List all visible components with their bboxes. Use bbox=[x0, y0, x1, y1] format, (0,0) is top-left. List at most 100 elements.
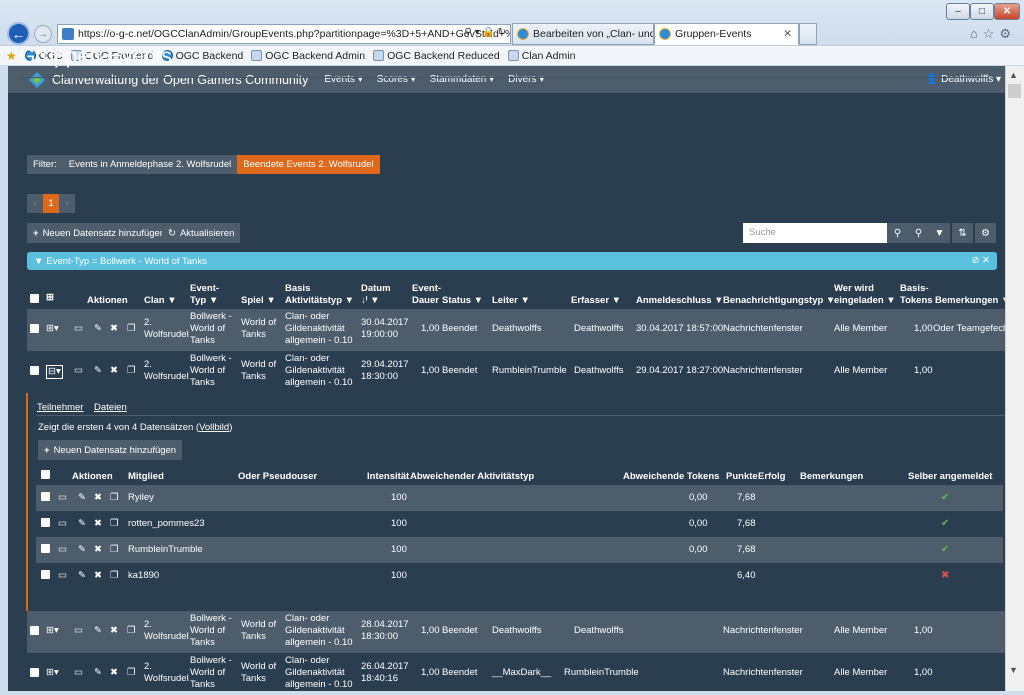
detail-view-icon[interactable]: ▭ bbox=[74, 625, 83, 637]
col-remarks[interactable]: Bemerkungen ▼ bbox=[935, 295, 1010, 307]
detail-add-button[interactable]: + Neuen Datensatz hinzufügen bbox=[38, 440, 183, 460]
favorite-ogc-backend-admin[interactable]: OGC Backend Admin bbox=[251, 50, 365, 62]
refresh-button[interactable]: ↻ Aktualisieren bbox=[162, 223, 241, 243]
col-creator[interactable]: Erfasser ▼ bbox=[571, 295, 621, 307]
delete-icon[interactable]: ✖ bbox=[110, 667, 118, 679]
address-bar[interactable]: https://o-g-c.net/OGCClanAdmin/GroupEven… bbox=[57, 24, 511, 44]
pagination-next[interactable]: › bbox=[59, 194, 75, 213]
col-duration[interactable]: Event- Dauer bbox=[412, 283, 441, 307]
delete-icon[interactable]: ✖ bbox=[110, 365, 118, 377]
edit-pencil-icon[interactable]: ✎ bbox=[78, 544, 86, 556]
settings-gear-icon[interactable]: ⚙ bbox=[975, 223, 996, 243]
favorite-ogc-backend-reduced[interactable]: OGC Backend Reduced bbox=[373, 50, 500, 62]
page-scrollbar[interactable] bbox=[1005, 66, 1024, 691]
detail-select-all-checkbox[interactable] bbox=[41, 470, 50, 479]
expand-icon[interactable]: ⊞▾ bbox=[46, 625, 59, 637]
advanced-search-icon[interactable]: ⚲ bbox=[908, 223, 929, 243]
tab-teilnehmer[interactable]: Teilnehmer bbox=[37, 402, 83, 413]
brand[interactable]: Clanverwaltung der Open Gamers Community bbox=[28, 71, 308, 89]
dcol-intensity[interactable]: Intensität bbox=[367, 471, 409, 483]
dcol-member[interactable]: Mitglied bbox=[128, 471, 164, 483]
edit-pencil-icon[interactable]: ✎ bbox=[78, 570, 86, 582]
table-row[interactable]: ⊞▾ ▭ ✎ ✖ ❐ 2. Wolfsrudel Bollwerk - World of Tank… bbox=[27, 653, 1005, 695]
scroll-down-icon[interactable]: ▼ bbox=[1009, 665, 1018, 675]
col-invite[interactable]: Wer wird eingeladen ▼ bbox=[834, 283, 896, 307]
tab-bearbeiten[interactable]: Bearbeiten von „Clan- und Eve... bbox=[512, 23, 654, 45]
new-tab-button[interactable] bbox=[799, 23, 817, 45]
dcol-points[interactable]: Punkte bbox=[726, 471, 758, 483]
col-notify[interactable]: Benachrichtigungstyp ▼ bbox=[723, 295, 835, 307]
maximize-button[interactable]: □ bbox=[970, 3, 994, 20]
vollbild-link[interactable]: Vollbild bbox=[199, 422, 229, 433]
row-checkbox[interactable] bbox=[41, 544, 50, 553]
participant-row[interactable]: ▭ ✎ ✖ ❐ RumbleinTrumble 100 0,00 7,68 ✔ bbox=[36, 537, 1003, 563]
back-button[interactable]: ← bbox=[7, 22, 30, 45]
row-checkbox[interactable] bbox=[41, 570, 50, 579]
detail-view-icon[interactable]: ▭ bbox=[58, 544, 67, 556]
col-tokens[interactable]: Basis- Tokens bbox=[900, 283, 933, 307]
col-leader[interactable]: Leiter ▼ bbox=[492, 295, 530, 307]
dcol-self[interactable]: Selber angemeldet bbox=[908, 471, 992, 483]
detail-view-icon[interactable]: ▭ bbox=[74, 365, 83, 377]
edit-pencil-icon[interactable]: ✎ bbox=[94, 365, 102, 377]
copy-icon[interactable]: ❐ bbox=[127, 667, 136, 679]
collapse-icon[interactable]: ⊟▾ bbox=[46, 365, 63, 379]
dcol-success[interactable]: Erfolg bbox=[758, 471, 785, 483]
expand-icon[interactable]: ⊞▾ bbox=[46, 667, 59, 679]
pagination-page-1[interactable]: 1 bbox=[43, 194, 59, 213]
table-row[interactable]: ⊞▾ ▭ ✎ ✖ ❐ 2. Wolfsrudel Bollwerk - World of Tank… bbox=[27, 309, 1005, 351]
detail-view-icon[interactable]: ▭ bbox=[58, 492, 67, 504]
favorites-star-icon[interactable]: ★ bbox=[6, 49, 17, 63]
dcol-tokens[interactable]: Abweichende Tokens bbox=[623, 471, 719, 483]
copy-icon[interactable]: ❐ bbox=[110, 570, 119, 582]
detail-view-icon[interactable]: ▭ bbox=[74, 323, 83, 335]
nav-events[interactable]: Events ▾ bbox=[324, 74, 362, 85]
search-input[interactable]: Suche bbox=[743, 223, 887, 243]
nav-divers[interactable]: Divers ▾ bbox=[508, 74, 544, 85]
col-status[interactable]: Status ▼ bbox=[442, 295, 483, 307]
expand-icon[interactable]: ⊞▾ bbox=[46, 323, 59, 335]
pagination-prev[interactable]: ‹ bbox=[27, 194, 43, 213]
table-row[interactable]: ⊟▾ ▭ ✎ ✖ ❐ 2. Wolfsrudel Bollwerk - World of Tank… bbox=[27, 351, 1005, 393]
col-date[interactable]: Datum ↓ᴵ ▼ bbox=[361, 283, 391, 307]
dcol-pseudo[interactable]: Oder Pseudouser bbox=[238, 471, 317, 483]
row-checkbox[interactable] bbox=[30, 324, 39, 333]
edit-pencil-icon[interactable]: ✎ bbox=[78, 492, 86, 504]
dcol-activity[interactable]: Abweichender Aktivitätstyp bbox=[410, 471, 534, 483]
edit-pencil-icon[interactable]: ✎ bbox=[78, 518, 86, 530]
row-checkbox[interactable] bbox=[41, 492, 50, 501]
tab-dateien[interactable]: Dateien bbox=[94, 402, 127, 413]
row-checkbox[interactable] bbox=[30, 366, 39, 375]
copy-icon[interactable]: ❐ bbox=[110, 492, 119, 504]
copy-icon[interactable]: ❐ bbox=[110, 544, 119, 556]
sort-icon[interactable]: ⇅ bbox=[952, 223, 973, 243]
dcol-remarks[interactable]: Bemerkungen bbox=[800, 471, 863, 483]
delete-icon[interactable]: ✖ bbox=[110, 625, 118, 637]
scroll-thumb[interactable] bbox=[1008, 84, 1021, 98]
delete-icon[interactable]: ✖ bbox=[94, 518, 102, 530]
filter-option-anmeldephase[interactable]: Events in Anmeldephase 2. Wolfsrudel bbox=[63, 155, 237, 174]
user-menu[interactable]: 👤 Deathwolffs ▾ bbox=[926, 74, 1001, 85]
copy-icon[interactable]: ❐ bbox=[127, 625, 136, 637]
delete-icon[interactable]: ✖ bbox=[94, 570, 102, 582]
delete-icon[interactable]: ✖ bbox=[94, 492, 102, 504]
row-checkbox[interactable] bbox=[30, 626, 39, 635]
col-event-type[interactable]: Event- Typ ▼ bbox=[190, 283, 219, 307]
edit-pencil-icon[interactable]: ✎ bbox=[94, 323, 102, 335]
delete-icon[interactable]: ✖ bbox=[110, 323, 118, 335]
participant-row[interactable]: ▭ ✎ ✖ ❐ Ryiley 100 0,00 7,68 ✔ bbox=[36, 485, 1003, 511]
copy-icon[interactable]: ❐ bbox=[110, 518, 119, 530]
col-game[interactable]: Spiel ▼ bbox=[241, 295, 276, 307]
select-all-checkbox[interactable] bbox=[30, 294, 39, 303]
address-controls-icon[interactable]: ⚲ ▾ 🔒 ↻ bbox=[464, 27, 506, 38]
close-window-button[interactable]: ✕ bbox=[994, 3, 1020, 20]
browser-tools-icons[interactable]: ⌂☆⚙ bbox=[970, 26, 1016, 42]
minimize-button[interactable]: – bbox=[946, 3, 970, 20]
col-clan[interactable]: Clan ▼ bbox=[144, 295, 177, 307]
detail-view-icon[interactable]: ▭ bbox=[74, 667, 83, 679]
copy-icon[interactable]: ❐ bbox=[127, 323, 136, 335]
detail-view-icon[interactable]: ▭ bbox=[58, 518, 67, 530]
search-icon[interactable]: ⚲ bbox=[887, 223, 908, 243]
expand-all-icon[interactable]: ⊞ bbox=[46, 292, 54, 304]
forward-button[interactable]: → bbox=[34, 25, 52, 43]
